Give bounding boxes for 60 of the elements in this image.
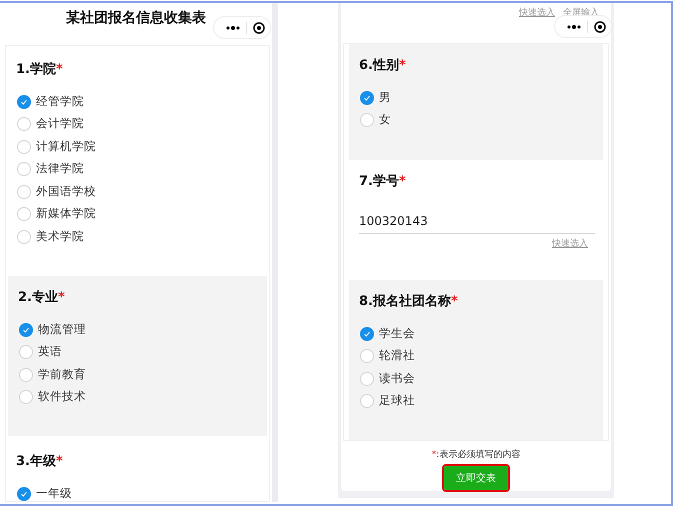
option-label: 计算机学院 [36, 140, 96, 152]
radio-unchecked[interactable] [17, 117, 31, 131]
required-mark: * [58, 289, 65, 307]
radio-unchecked[interactable] [17, 140, 31, 154]
radio-checked[interactable] [360, 326, 374, 340]
close-target-icon [594, 20, 606, 32]
option-label: 轮滑社 [379, 350, 415, 362]
radio-checked[interactable] [19, 322, 33, 336]
more-icon [567, 24, 581, 28]
option-label: 外国语学校 [36, 186, 96, 198]
capsule-menu[interactable] [213, 16, 271, 39]
option-label: 女 [379, 114, 391, 126]
capsule-menu[interactable] [554, 15, 612, 38]
option-label: 新媒体学院 [36, 208, 96, 220]
radio-unchecked[interactable] [19, 345, 33, 359]
close-target-icon [253, 22, 265, 34]
option-label: 读书会 [379, 372, 415, 384]
required-mark: * [450, 293, 458, 311]
option-label: 法律学院 [36, 163, 84, 175]
question-title: 3.年级 [16, 453, 56, 471]
radio-unchecked[interactable] [360, 394, 374, 408]
required-note: *:表示必须填写的内容 [432, 451, 520, 460]
submit-button[interactable]: 立即交表 [444, 466, 508, 490]
radio-unchecked[interactable] [360, 372, 374, 386]
radio-checked[interactable] [17, 94, 31, 108]
question-title: 8.报名社团名称 [359, 293, 451, 311]
more-icon [226, 26, 240, 30]
option-label: 美术学院 [36, 230, 84, 242]
option-label: 学生会 [379, 328, 415, 340]
option-label: 软件技术 [38, 391, 86, 403]
required-mark: * [398, 173, 406, 191]
option-label: 英语 [38, 346, 62, 358]
radio-checked[interactable] [17, 486, 31, 500]
option-label: 男 [379, 92, 391, 104]
quick-select-link[interactable]: 快速选入 [552, 240, 588, 248]
question-title: 2.专业 [18, 289, 58, 307]
question-title: 6.性别 [359, 57, 399, 75]
option-label: 足球社 [379, 395, 415, 407]
question-title: 7.学号 [359, 173, 399, 191]
radio-unchecked[interactable] [17, 207, 31, 221]
question-title: 1.学院 [16, 60, 56, 79]
radio-unchecked[interactable] [19, 368, 33, 382]
input-field[interactable]: 100320143 [359, 214, 595, 234]
required-mark: * [56, 453, 63, 471]
radio-unchecked[interactable] [17, 162, 31, 176]
option-label: 经管学院 [36, 96, 84, 108]
option-label: 物流管理 [38, 324, 86, 336]
form-title: 某社团报名信息收集表 [66, 11, 206, 28]
radio-checked[interactable] [360, 90, 374, 104]
radio-unchecked[interactable] [17, 230, 31, 244]
option-label: 学前教育 [38, 368, 86, 380]
option-label: 一年级 [36, 488, 72, 500]
option-label: 会计学院 [36, 118, 84, 130]
radio-unchecked[interactable] [19, 390, 33, 404]
radio-unchecked[interactable] [360, 113, 374, 127]
top-link[interactable]: 快速选入 [519, 9, 555, 18]
radio-unchecked[interactable] [360, 349, 374, 363]
radio-unchecked[interactable] [17, 184, 31, 198]
required-mark: * [398, 57, 406, 75]
required-mark: * [56, 62, 63, 79]
